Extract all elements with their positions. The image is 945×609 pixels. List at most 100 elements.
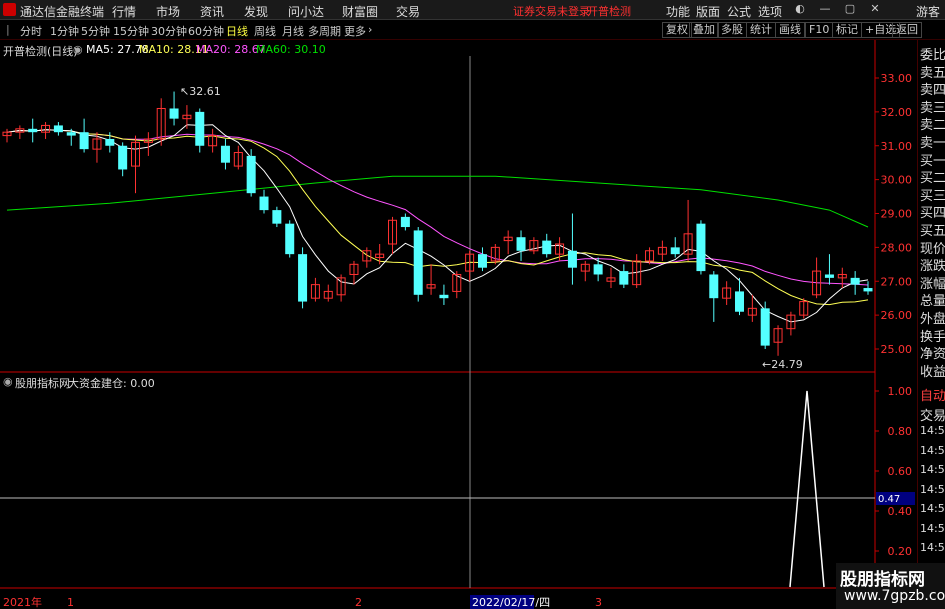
chevron-right-icon[interactable]: › bbox=[368, 23, 372, 36]
menu-wealth[interactable]: 财富圈 bbox=[342, 3, 378, 20]
menu-layout[interactable]: 版面 bbox=[696, 3, 720, 20]
quote-field-label: 现价 bbox=[920, 241, 945, 257]
period-15min[interactable]: 15分钟 bbox=[113, 23, 149, 39]
quote-field-label: 涨幅 bbox=[920, 276, 945, 292]
tick-time: 14:56 bbox=[920, 502, 945, 515]
watermark: 股朋指标网 www.7gpzb.com bbox=[836, 563, 945, 609]
multi-stock-button[interactable]: 多股 bbox=[717, 22, 747, 38]
sub-collapse-icon[interactable]: ◉ bbox=[3, 375, 13, 388]
back-button[interactable]: 返回 bbox=[892, 22, 922, 38]
candle-body-down bbox=[477, 254, 487, 268]
candle-body-down bbox=[439, 294, 449, 299]
quote-field-label: 委比 bbox=[920, 48, 945, 63]
tick-time: 14:56 bbox=[920, 541, 945, 554]
ma60-line bbox=[6, 175, 869, 228]
menu-options[interactable]: 选项 bbox=[758, 3, 782, 20]
f10-button[interactable]: F10 bbox=[805, 22, 834, 38]
quote-field-label: 买一 bbox=[920, 153, 945, 169]
period-more[interactable]: 更多 bbox=[344, 23, 366, 39]
sub-indicator-chart bbox=[789, 390, 825, 588]
quote-field-label: 卖二 bbox=[920, 118, 945, 134]
quote-side-panel: 委比 卖五 卖四 卖三 卖二 卖一 买一 买二 买三 买四 买五 现价 涨跌 涨幅 总量 外盘 换手 净资 收益 自动… bbox=[917, 40, 945, 609]
candle-body-down bbox=[850, 277, 860, 285]
period-monthly[interactable]: 月线 bbox=[282, 23, 304, 39]
period-1min[interactable]: 1分钟 bbox=[50, 23, 79, 39]
quote-field-label: 外盘 bbox=[920, 312, 945, 327]
quote-field-label: 总量 bbox=[920, 294, 945, 310]
candle-body-down bbox=[28, 128, 38, 133]
menu-news[interactable]: 资讯 bbox=[200, 3, 224, 20]
ma60-path bbox=[6, 175, 869, 228]
period-toolbar: | 分时 1分钟 5分钟 15分钟 30分钟 60分钟 日线 周线 月线 多周期… bbox=[0, 21, 945, 40]
watermark-url: www.7gpzb.com bbox=[844, 588, 945, 604]
price-tick-label: 26.00 bbox=[881, 309, 913, 322]
candle-body-down bbox=[760, 308, 770, 346]
candles bbox=[2, 91, 873, 356]
menu-functions[interactable]: 功能 bbox=[666, 3, 690, 20]
period-weekly[interactable]: 周线 bbox=[254, 23, 276, 39]
candle-body-down bbox=[118, 145, 128, 170]
watermark-title: 股朋指标网 bbox=[840, 570, 925, 590]
price-tick-label: 32.00 bbox=[881, 106, 913, 119]
menu-trade[interactable]: 交易 bbox=[396, 3, 420, 20]
candle-body-down bbox=[53, 125, 63, 133]
period-multi[interactable]: 多周期 bbox=[308, 23, 341, 39]
menu-market[interactable]: 市场 bbox=[156, 3, 180, 20]
date-label-month-1: 1 bbox=[67, 596, 74, 609]
trade-login-status[interactable]: 证券交易未登录 bbox=[513, 3, 590, 19]
candle-body-down bbox=[298, 254, 308, 302]
quote-field-label: 卖五 bbox=[920, 65, 945, 81]
sub-legend-name: 股朋指标网 bbox=[15, 377, 70, 390]
price-tick-label: 31.00 bbox=[881, 140, 913, 153]
maximize-icon[interactable]: ▢ bbox=[843, 2, 857, 16]
high-price-label: ↖32.61 bbox=[180, 85, 221, 98]
period-30min[interactable]: 30分钟 bbox=[151, 23, 187, 39]
candle-body-down bbox=[105, 138, 115, 146]
adjust-button[interactable]: 复权 bbox=[662, 22, 692, 38]
auto-trade-label[interactable]: 自动 bbox=[920, 385, 945, 404]
menu-quotes[interactable]: 行情 bbox=[112, 3, 136, 20]
collapse-icon[interactable]: ◉ bbox=[73, 43, 83, 56]
tick-time: 14:56 bbox=[920, 463, 945, 476]
date-label-year: 2021年 bbox=[3, 595, 42, 609]
toolbar-divider-icon: | bbox=[6, 23, 10, 36]
period-5min[interactable]: 5分钟 bbox=[81, 23, 110, 39]
quote-field-label: 卖一 bbox=[920, 136, 945, 151]
statistics-button[interactable]: 统计 bbox=[746, 22, 776, 38]
menu-bar: 通达信金融终端 行情 市场 资讯 发现 问小达 财富圈 交易 证券交易未登录 开… bbox=[0, 0, 945, 20]
tick-time: 14:56 bbox=[920, 521, 945, 535]
menu-ask[interactable]: 问小达 bbox=[288, 3, 324, 20]
candle-body-down bbox=[259, 196, 269, 211]
date-label-month-2: 2 bbox=[355, 596, 362, 609]
guest-button[interactable]: 游客 bbox=[916, 3, 940, 20]
kline-chart[interactable]: 33.0032.0031.0030.0029.0028.0027.0026.00… bbox=[0, 40, 915, 609]
close-icon[interactable]: ✕ bbox=[868, 2, 882, 16]
candle-body-down bbox=[79, 132, 89, 150]
menu-formula[interactable]: 公式 bbox=[727, 3, 751, 20]
overlay-button[interactable]: 叠加 bbox=[689, 22, 719, 38]
auto-trade-label[interactable]: 交易 bbox=[920, 405, 945, 424]
skin-icon[interactable]: ◐ bbox=[793, 2, 807, 16]
sub-indicator-spike bbox=[789, 390, 825, 588]
period-60min[interactable]: 60分钟 bbox=[188, 23, 224, 39]
price-tick-label: 30.00 bbox=[881, 174, 913, 187]
quote-field-label: 买四 bbox=[920, 206, 945, 222]
tick-time: 14:56 bbox=[920, 443, 945, 457]
quote-field-label: 卖四 bbox=[920, 83, 945, 99]
stock-name-status: 开普检测 bbox=[587, 5, 631, 18]
quote-field-label: 净资 bbox=[920, 347, 945, 363]
ma60-legend: MA60: 30.10 bbox=[256, 43, 326, 56]
menu-discover[interactable]: 发现 bbox=[244, 3, 268, 20]
period-intraday[interactable]: 分时 bbox=[20, 23, 42, 39]
ma10-line bbox=[6, 129, 869, 306]
minimize-icon[interactable]: — bbox=[818, 2, 832, 16]
ma10-path bbox=[6, 129, 869, 306]
draw-button[interactable]: 画线 bbox=[775, 22, 805, 38]
mark-button[interactable]: 标记 bbox=[832, 22, 862, 38]
period-daily[interactable]: 日线 bbox=[226, 23, 248, 39]
candle-body-down bbox=[863, 288, 873, 292]
candle-body-down bbox=[734, 291, 744, 312]
tick-time: 14:56 bbox=[920, 424, 945, 437]
candle-body-down bbox=[272, 210, 282, 224]
tick-time: 14:56 bbox=[920, 482, 945, 496]
